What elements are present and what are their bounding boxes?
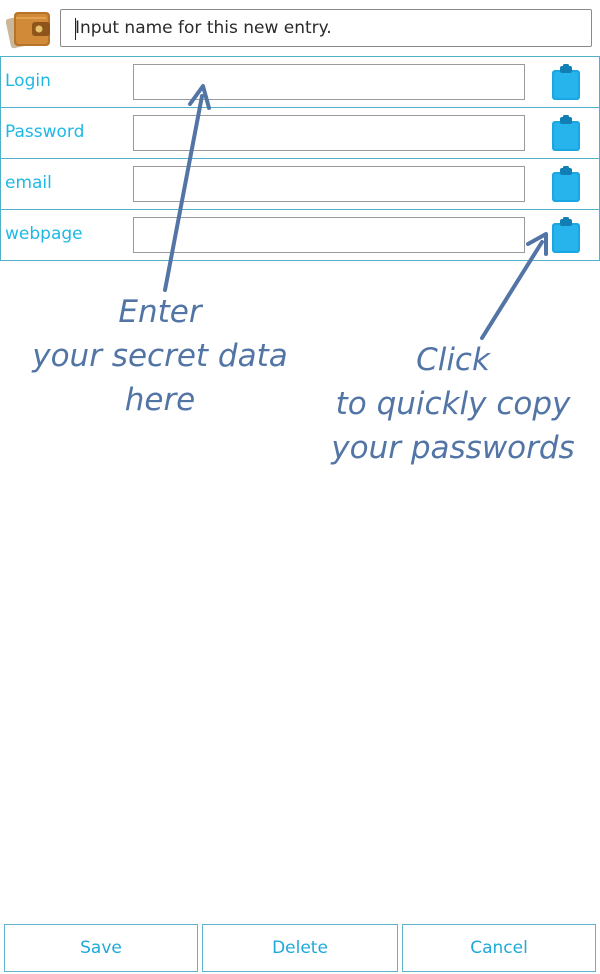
copy-email-clipboard-icon[interactable] [549,166,583,206]
field-label-login: Login [5,71,51,91]
field-label-webpage: webpage [5,224,83,244]
hint-click-line-2: to quickly copy [335,386,571,422]
field-label-email: email [5,173,52,193]
password-input[interactable] [133,115,525,151]
field-row-password: Password [1,108,599,159]
field-row-email: email [1,159,599,210]
copy-webpage-clipboard-icon[interactable] [549,217,583,257]
hint-click-line-1: Click [416,342,490,378]
field-label-password: Password [5,122,85,142]
hint-enter-line-2: your secret data [32,338,288,374]
hint-click-line-3: your passwords [331,430,575,466]
field-row-login: Login [1,57,599,108]
hint-enter-line-3: here [124,382,196,418]
hint-click-copy: Click to quickly copy your passwords [312,338,594,470]
entry-editor-screen: Login Password email [0,0,600,974]
entry-name-input[interactable] [60,9,592,47]
hint-enter-line-1: Enter [118,294,202,330]
cancel-button[interactable]: Cancel [402,924,596,972]
copy-login-clipboard-icon[interactable] [549,64,583,104]
delete-button[interactable]: Delete [202,924,398,972]
login-input[interactable] [133,64,525,100]
hint-enter-data: Enter your secret data here [12,290,308,422]
email-input[interactable] [133,166,525,202]
credential-fields: Login Password email webpage [0,56,600,261]
wallet-icon [6,12,50,49]
save-button[interactable]: Save [4,924,198,972]
copy-password-clipboard-icon[interactable] [549,115,583,155]
text-caret [75,18,76,40]
field-row-webpage: webpage [1,210,599,261]
webpage-input[interactable] [133,217,525,253]
